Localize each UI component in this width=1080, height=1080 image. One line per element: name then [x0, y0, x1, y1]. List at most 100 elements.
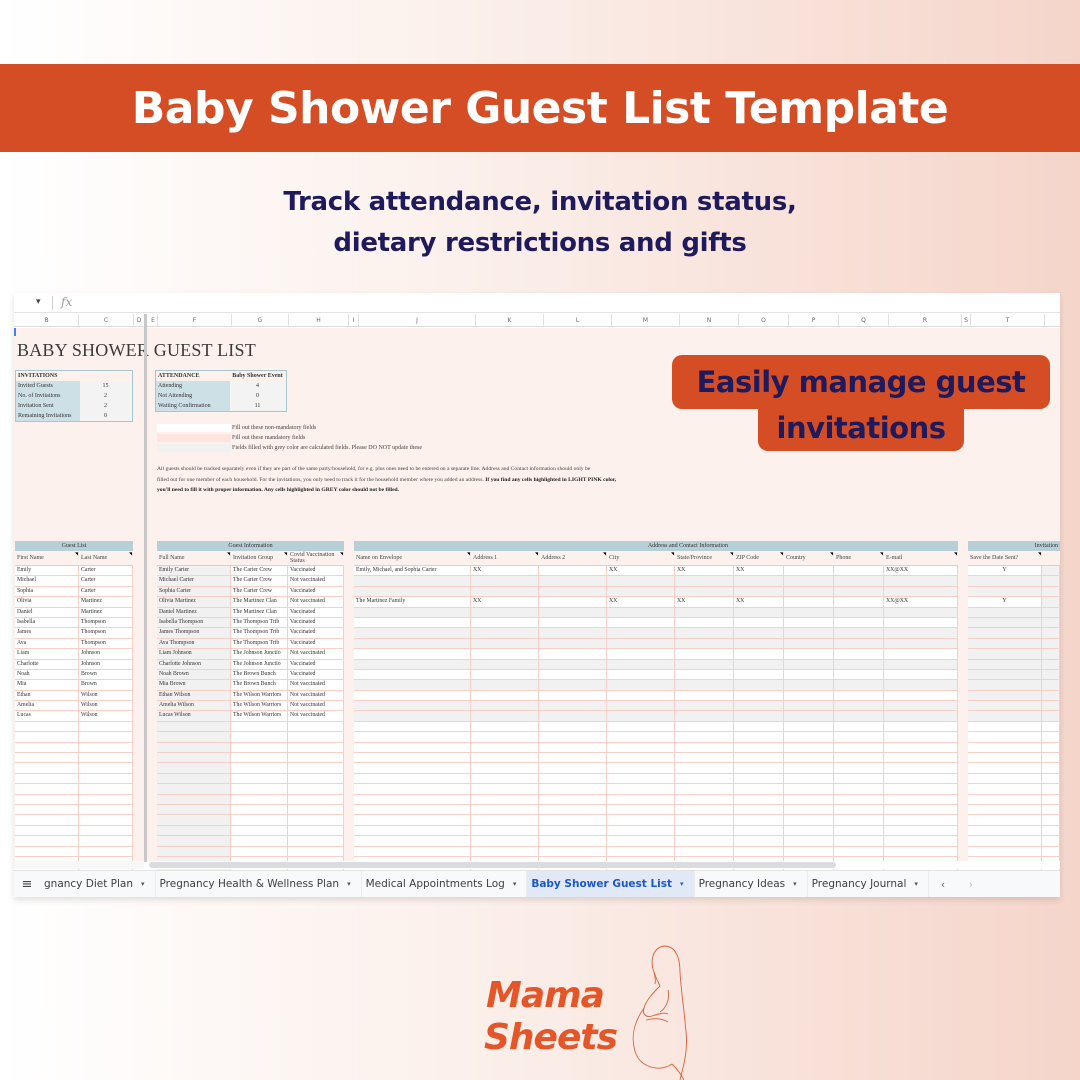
- column-header-l[interactable]: L: [544, 314, 612, 327]
- address-cell[interactable]: [734, 680, 784, 690]
- address-column-header[interactable]: E-mail: [884, 551, 958, 565]
- invitation-cell[interactable]: [1042, 617, 1060, 628]
- address-cell[interactable]: [675, 846, 734, 856]
- invitation-cell[interactable]: [968, 773, 1042, 784]
- address-cell[interactable]: [734, 794, 784, 804]
- tab-dropdown-icon[interactable]: ▾: [141, 880, 145, 888]
- address-cell[interactable]: [471, 638, 539, 649]
- address-cell[interactable]: [354, 784, 471, 794]
- address-cell[interactable]: [834, 690, 884, 701]
- address-cell[interactable]: [675, 711, 734, 721]
- guest_list-cell[interactable]: [79, 784, 133, 794]
- guest_info-cell[interactable]: Olivia Martinez: [157, 597, 231, 607]
- address-cell[interactable]: [834, 597, 884, 607]
- guest_list-cell[interactable]: [79, 836, 133, 846]
- address-cell[interactable]: [607, 836, 675, 846]
- address-cell[interactable]: [834, 607, 884, 617]
- address-cell[interactable]: [675, 721, 734, 732]
- column-header-g[interactable]: G: [232, 314, 289, 327]
- guest_info-cell[interactable]: [157, 784, 231, 794]
- invitation-cell[interactable]: [1042, 628, 1060, 638]
- column-header-b[interactable]: B: [15, 314, 79, 327]
- guest_info-cell[interactable]: Isabella Thompson: [157, 617, 231, 628]
- guest_list-cell[interactable]: [79, 773, 133, 784]
- address-cell[interactable]: [607, 659, 675, 669]
- address-cell[interactable]: [834, 680, 884, 690]
- address-cell[interactable]: [539, 846, 607, 856]
- guest_list-cell[interactable]: Daniel: [15, 607, 79, 617]
- guest_list-cell[interactable]: James: [15, 628, 79, 638]
- address-cell[interactable]: [734, 659, 784, 669]
- invitation-cell[interactable]: [1042, 836, 1060, 846]
- address-cell[interactable]: [734, 815, 784, 825]
- address-cell[interactable]: [607, 628, 675, 638]
- guest_info-cell[interactable]: James Thompson: [157, 628, 231, 638]
- guest_info-cell[interactable]: Not vaccinated: [288, 711, 344, 721]
- guest_info-cell[interactable]: [157, 732, 231, 742]
- guest_list-cell[interactable]: [15, 846, 79, 856]
- address-cell[interactable]: [471, 669, 539, 680]
- all-sheets-menu-icon[interactable]: ≡: [14, 877, 40, 892]
- address-cell[interactable]: [471, 846, 539, 856]
- address-cell[interactable]: Emily, Michael, and Sophia Carter: [354, 566, 471, 576]
- address-cell[interactable]: [834, 617, 884, 628]
- address-column-header[interactable]: ZIP Code: [734, 551, 784, 565]
- column-header-m[interactable]: M: [612, 314, 680, 327]
- address-cell[interactable]: [675, 607, 734, 617]
- address-cell[interactable]: [884, 742, 958, 753]
- column-header-n[interactable]: N: [680, 314, 739, 327]
- guest_info-cell[interactable]: Vaccinated: [288, 566, 344, 576]
- address-cell[interactable]: [834, 784, 884, 794]
- tab-dropdown-icon[interactable]: ▾: [680, 880, 684, 888]
- address-cell[interactable]: [884, 669, 958, 680]
- address-cell[interactable]: [471, 815, 539, 825]
- address-cell[interactable]: [607, 721, 675, 732]
- guest_info-cell[interactable]: The Brown Bunch: [231, 669, 288, 680]
- address-cell[interactable]: [884, 628, 958, 638]
- guest_info-cell[interactable]: Amelia Wilson: [157, 701, 231, 711]
- address-cell[interactable]: [607, 669, 675, 680]
- invitation-cell[interactable]: [1042, 794, 1060, 804]
- address-cell[interactable]: [884, 784, 958, 794]
- address-cell[interactable]: [784, 638, 834, 649]
- address-cell[interactable]: [471, 836, 539, 846]
- address-cell[interactable]: [471, 607, 539, 617]
- address-cell[interactable]: [834, 586, 884, 597]
- guest_info-cell[interactable]: [157, 836, 231, 846]
- address-cell[interactable]: [784, 690, 834, 701]
- address-cell[interactable]: [354, 836, 471, 846]
- guest_list-cell[interactable]: [79, 742, 133, 753]
- tab-dropdown-icon[interactable]: ▾: [914, 880, 918, 888]
- address-cell[interactable]: [784, 836, 834, 846]
- guest_list-cell[interactable]: Ethan: [15, 690, 79, 701]
- address-cell[interactable]: [834, 794, 884, 804]
- address-cell[interactable]: [884, 586, 958, 597]
- address-cell[interactable]: [471, 804, 539, 815]
- invitation-cell[interactable]: [1042, 815, 1060, 825]
- guest_list-cell[interactable]: [15, 732, 79, 742]
- guest_info-cell[interactable]: [157, 804, 231, 815]
- guest_info-column-header[interactable]: Invitation Group: [231, 551, 288, 565]
- invitation-column-header[interactable]: Save the Date Sent?: [968, 551, 1042, 565]
- invitation-cell[interactable]: [1042, 846, 1060, 856]
- guest_info-cell[interactable]: The Johnson Junctio: [231, 649, 288, 659]
- guest_list-cell[interactable]: Wilson: [79, 711, 133, 721]
- guest_list-cell[interactable]: Thompson: [79, 638, 133, 649]
- guest_info-cell[interactable]: [288, 804, 344, 815]
- address-cell[interactable]: [471, 576, 539, 586]
- address-cell[interactable]: [354, 721, 471, 732]
- guest_list-cell[interactable]: [15, 773, 79, 784]
- address-cell[interactable]: [354, 628, 471, 638]
- address-cell[interactable]: [354, 794, 471, 804]
- invitation-cell[interactable]: [1042, 763, 1060, 773]
- guest_list-cell[interactable]: [15, 794, 79, 804]
- invitation-cell[interactable]: [968, 638, 1042, 649]
- guest_info-cell[interactable]: Charlotte Johnson: [157, 659, 231, 669]
- address-cell[interactable]: XX: [675, 566, 734, 576]
- guest_info-cell[interactable]: [231, 753, 288, 763]
- address-cell[interactable]: [734, 732, 784, 742]
- address-column-header[interactable]: Name on Envelope: [354, 551, 471, 565]
- address-cell[interactable]: [734, 846, 784, 856]
- address-cell[interactable]: [734, 825, 784, 836]
- address-cell[interactable]: [784, 617, 834, 628]
